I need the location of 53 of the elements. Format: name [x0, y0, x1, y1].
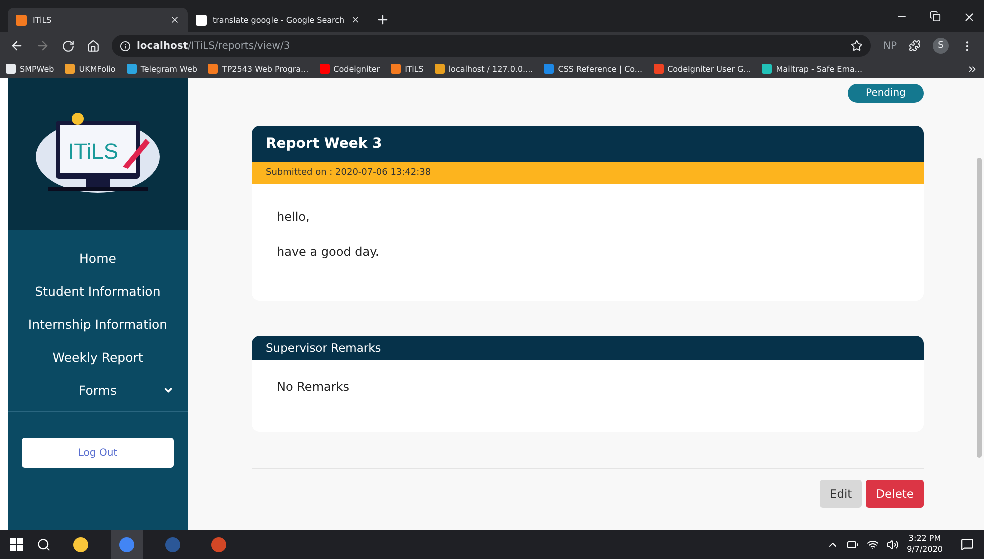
- scrollbar-thumb[interactable]: [977, 158, 982, 458]
- address-field[interactable]: localhost/ITiLS/reports/view/3: [112, 35, 872, 57]
- bookmark-link[interactable]: SMPWeb: [6, 64, 54, 74]
- bookmark-link[interactable]: UKMFolio: [65, 64, 116, 74]
- nav-link[interactable]: Forms: [8, 380, 188, 401]
- report-title: Report Week 3: [252, 126, 924, 162]
- bookmark-link[interactable]: CodeIgniter User G...: [654, 64, 752, 74]
- info-icon[interactable]: [120, 40, 131, 52]
- bookmark-link[interactable]: Mailtrap - Safe Ema...: [762, 64, 863, 74]
- bookmark-link[interactable]: TP2543 Web Progra...: [208, 64, 309, 74]
- logout-button[interactable]: Log Out: [22, 438, 174, 468]
- submitted-date: Submitted on : 2020-07-06 13:42:38: [252, 162, 924, 184]
- notification-icon[interactable]: [961, 538, 974, 551]
- edit-button[interactable]: Edit: [820, 480, 862, 508]
- remarks-text: No Remarks: [277, 380, 350, 394]
- puzzle-icon[interactable]: [909, 40, 921, 52]
- browser-tab[interactable]: translate google - Google Search: [188, 8, 368, 32]
- bookmark-link[interactable]: Telegram Web: [126, 64, 198, 74]
- bookmark-link[interactable]: ITiLS: [391, 64, 424, 74]
- nav-link[interactable]: Student Information: [8, 281, 188, 302]
- caret-icon: [163, 385, 174, 396]
- home-icon[interactable]: [87, 40, 100, 52]
- nav-link[interactable]: Home: [8, 248, 188, 269]
- extension-label[interactable]: NP: [883, 40, 897, 52]
- remarks-title: Supervisor Remarks: [252, 336, 924, 360]
- more-bookmarks-icon[interactable]: [967, 64, 978, 74]
- speaker-icon[interactable]: [887, 538, 900, 550]
- new-tab-icon[interactable]: [376, 13, 390, 27]
- bookmark-link[interactable]: localhost / 127.0.0....: [434, 64, 534, 74]
- status-badge: Pending: [848, 84, 924, 103]
- delete-button[interactable]: Delete: [866, 480, 924, 508]
- report-text: hello,: [277, 210, 311, 224]
- nav-link[interactable]: Internship Information: [8, 314, 188, 335]
- logo-text: ITiLS: [68, 139, 119, 165]
- clock-text[interactable]: 3:22 PM 9/7/2020: [907, 534, 943, 555]
- battery-icon[interactable]: [847, 538, 860, 550]
- nav-link[interactable]: Weekly Report: [8, 347, 188, 368]
- reload-icon[interactable]: [62, 40, 75, 52]
- wifi-icon[interactable]: [867, 538, 880, 550]
- search-icon[interactable]: [37, 538, 51, 552]
- restore-icon[interactable]: [930, 10, 941, 22]
- profile-avatar[interactable]: S: [933, 38, 949, 54]
- star-icon[interactable]: [851, 40, 864, 52]
- browser-tab[interactable]: ITiLS: [8, 8, 188, 32]
- report-text: have a good day.: [277, 245, 380, 259]
- close-icon[interactable]: [170, 15, 180, 25]
- close-icon[interactable]: [963, 10, 976, 24]
- back-icon[interactable]: [10, 39, 24, 53]
- forward-icon[interactable]: [36, 39, 50, 53]
- start-icon[interactable]: [10, 538, 23, 551]
- bookmark-link[interactable]: CSS Reference | Co...: [544, 64, 643, 74]
- bookmark-link[interactable]: Codeigniter: [320, 64, 380, 74]
- close-icon[interactable]: [350, 15, 360, 25]
